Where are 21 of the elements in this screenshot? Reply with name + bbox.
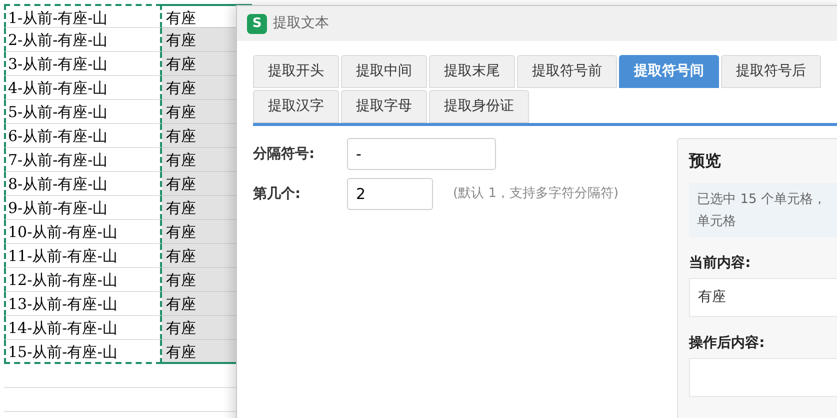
window-title: 提取文本 xyxy=(273,14,329,33)
tab[interactable]: 提取符号后 xyxy=(721,55,821,88)
preview-title: 预览 xyxy=(689,150,722,172)
tab[interactable]: 提取末尾 xyxy=(429,55,515,88)
input-field[interactable]: 2 xyxy=(347,178,433,210)
input-field[interactable]: - xyxy=(347,138,496,170)
info-text: 单元格 xyxy=(697,213,738,231)
tab[interactable]: 提取身份证 xyxy=(429,90,529,123)
field-label: 当前内容: xyxy=(689,254,752,273)
info-text: 已选中 15 个单元格， xyxy=(697,191,827,209)
field-label: 分隔符号: xyxy=(253,144,316,164)
field-label: 第几个: xyxy=(253,184,302,204)
tab[interactable]: 提取字母 xyxy=(341,90,427,123)
hint-text: (默认 1，支持多字符分隔符) xyxy=(453,185,619,204)
field-label: 操作后内容: xyxy=(689,334,766,353)
tab[interactable]: 提取开头 xyxy=(253,55,339,88)
tab[interactable]: 提取中间 xyxy=(341,55,427,88)
content-box: 有座 xyxy=(689,278,837,317)
tab[interactable]: 提取汉字 xyxy=(253,90,339,123)
tab[interactable]: 提取符号前 xyxy=(517,55,617,88)
app-logo-icon: S xyxy=(247,14,267,34)
